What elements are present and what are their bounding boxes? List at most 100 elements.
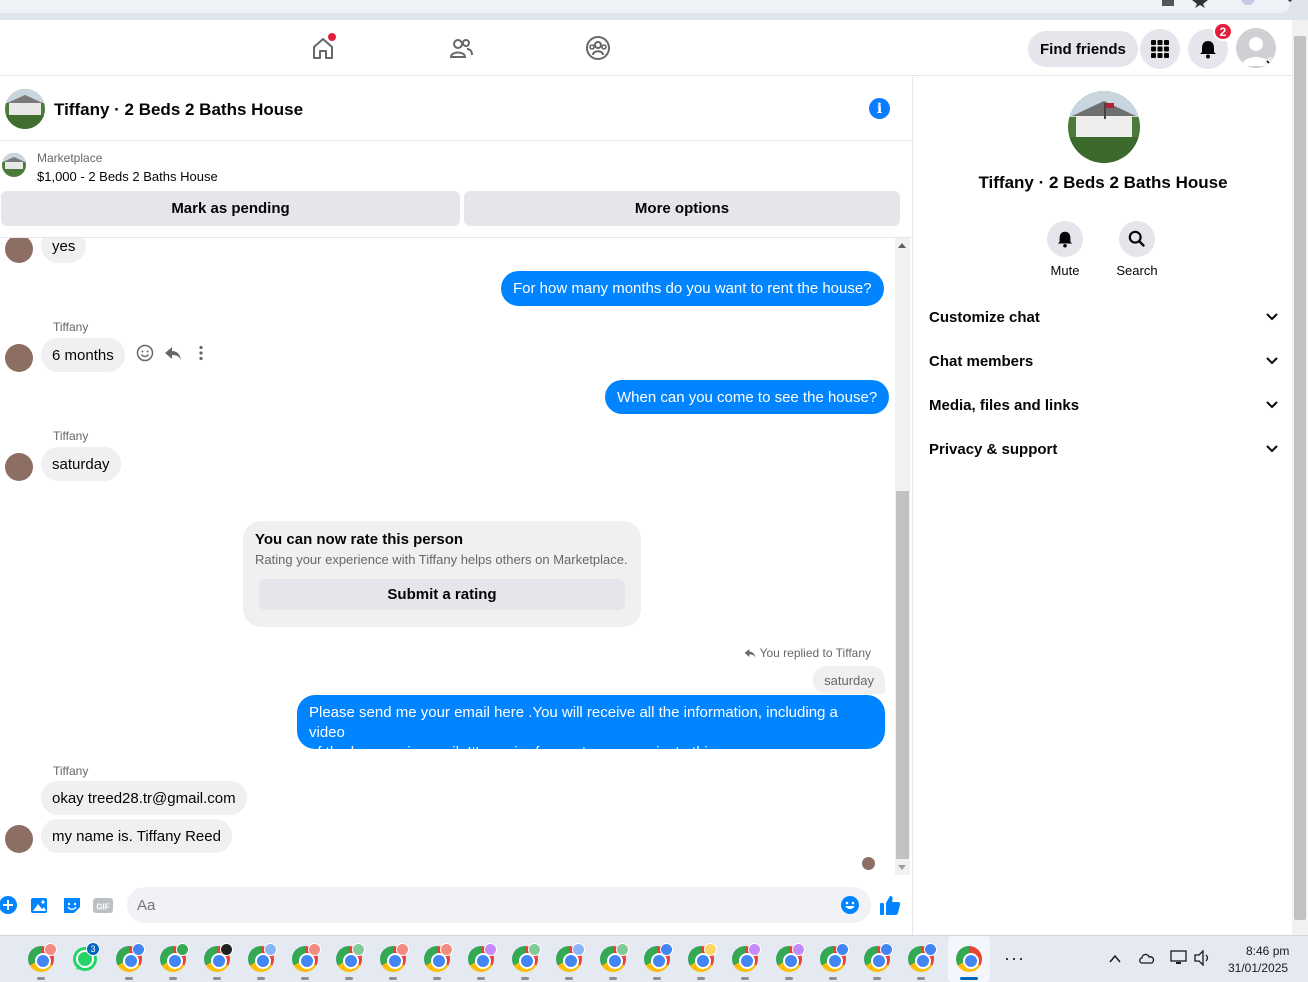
section-chat-members[interactable]: Chat members <box>929 341 1279 381</box>
chrome-profile-taskbar-button[interactable] <box>202 943 233 980</box>
message-incoming[interactable]: okay treed28.tr@gmail.com <box>41 781 247 815</box>
message-incoming[interactable]: saturday <box>41 447 121 481</box>
chrome-profile-taskbar-button[interactable] <box>422 943 453 980</box>
sticker-icon[interactable] <box>62 895 82 915</box>
mark-as-pending-button[interactable]: Mark as pending <box>1 191 460 226</box>
thumbs-up-icon[interactable] <box>879 894 901 916</box>
chat-title: Tiffany · 2 Beds 2 Baths House <box>54 100 304 119</box>
cloud-icon[interactable] <box>1138 951 1156 965</box>
section-media-files-links[interactable]: Media, files and links <box>929 385 1279 425</box>
running-indicator <box>609 977 617 980</box>
scrollbar-thumb[interactable] <box>896 491 909 859</box>
page-scrollbar-thumb[interactable] <box>1294 36 1306 920</box>
cast-icon[interactable] <box>1160 0 1176 8</box>
section-privacy-support[interactable]: Privacy & support <box>929 429 1279 469</box>
running-indicator <box>917 977 925 980</box>
tiffany-avatar[interactable] <box>5 825 33 853</box>
tiffany-avatar[interactable] <box>5 238 33 263</box>
whatsapp-taskbar-button[interactable]: 3 <box>70 942 100 974</box>
gif-icon[interactable]: GIF <box>93 895 113 915</box>
menu-button[interactable] <box>1140 29 1180 69</box>
chrome-profile-taskbar-button[interactable] <box>334 943 365 980</box>
scroll-down-arrow-icon[interactable] <box>898 865 906 870</box>
message-outgoing[interactable]: Please send me your email here .You will… <box>297 695 885 761</box>
chrome-profile-taskbar-button[interactable] <box>26 943 57 980</box>
groups-nav-button[interactable] <box>583 33 613 63</box>
chrome-profile-taskbar-button[interactable] <box>246 943 277 980</box>
address-bar[interactable] <box>0 0 1290 13</box>
chrome-profile-taskbar-button[interactable] <box>466 943 497 980</box>
message-incoming[interactable]: yes <box>41 238 87 263</box>
chrome-profile-taskbar-button[interactable] <box>642 943 673 980</box>
volume-icon[interactable] <box>1194 950 1212 966</box>
marketplace-bar: Marketplace $1,000 - 2 Beds 2 Baths Hous… <box>0 141 912 238</box>
message-outgoing[interactable]: For how many months do you want to rent … <box>501 271 884 306</box>
bell-icon <box>1200 41 1216 59</box>
info-icon[interactable]: i <box>869 98 890 119</box>
message-scrollbar[interactable] <box>895 238 910 875</box>
message-input[interactable] <box>127 887 871 923</box>
more-vertical-icon[interactable] <box>192 344 210 362</box>
chevron-up-icon[interactable] <box>1108 952 1122 966</box>
running-indicator <box>213 977 221 980</box>
profile-badge-icon <box>616 943 629 956</box>
account-avatar[interactable] <box>1236 28 1276 68</box>
message-incoming[interactable]: my name is. Tiffany Reed <box>41 819 232 853</box>
menu-icon[interactable] <box>1282 0 1298 8</box>
section-label: Privacy & support <box>929 440 1058 458</box>
find-friends-button[interactable]: Find friends <box>1028 31 1138 67</box>
plus-icon[interactable] <box>0 895 18 915</box>
chrome-profile-taskbar-button[interactable] <box>906 943 937 980</box>
search-label: Search <box>1116 263 1158 278</box>
chrome-profile-taskbar-button[interactable] <box>818 943 849 980</box>
chrome-profile-taskbar-button[interactable] <box>862 943 893 980</box>
emoji-icon[interactable] <box>840 895 860 915</box>
home-nav-button[interactable] <box>308 33 338 63</box>
scroll-up-arrow-icon[interactable] <box>898 243 906 248</box>
react-emoji-icon[interactable] <box>136 344 154 362</box>
running-indicator <box>741 977 749 980</box>
active-chrome-window[interactable] <box>948 936 990 982</box>
page-scrollbar[interactable] <box>1292 20 1308 935</box>
chrome-profile-taskbar-button[interactable] <box>114 943 145 980</box>
search-button[interactable]: Search <box>1107 221 1167 278</box>
friends-nav-button[interactable] <box>446 33 476 63</box>
chrome-profile-taskbar-button[interactable] <box>686 943 717 980</box>
chrome-profile-taskbar-button[interactable] <box>290 943 321 980</box>
rating-title: You can now rate this person <box>255 531 464 548</box>
groups-icon <box>586 36 610 60</box>
chrome-profile-taskbar-button[interactable] <box>554 943 585 980</box>
chrome-profile-taskbar-button[interactable] <box>378 943 409 980</box>
message-outgoing[interactable]: When can you come to see the house? <box>605 380 890 414</box>
more-apps-icon[interactable]: ··· <box>1004 948 1025 969</box>
clock-date[interactable]: 31/01/2025 <box>1228 961 1288 975</box>
mute-button[interactable]: Mute <box>1035 221 1095 278</box>
star-icon[interactable] <box>1192 0 1208 8</box>
message-list[interactable]: yes For how many months do you want to r… <box>0 238 895 875</box>
mute-label: Mute <box>1050 263 1080 278</box>
network-icon[interactable] <box>1170 950 1188 966</box>
chevron-down-icon <box>1266 357 1278 365</box>
tiffany-avatar[interactable] <box>5 344 33 372</box>
profile-icon[interactable] <box>1240 0 1256 8</box>
chat-avatar-house[interactable] <box>5 89 45 129</box>
submit-rating-button[interactable]: Submit a rating <box>259 579 625 610</box>
chrome-profile-taskbar-button[interactable] <box>774 943 805 980</box>
house-thumbnail-icon <box>2 153 26 177</box>
tiffany-avatar[interactable] <box>5 453 33 481</box>
listing-title[interactable]: $1,000 - 2 Beds 2 Baths House <box>37 169 218 184</box>
more-options-button[interactable]: More options <box>464 191 900 226</box>
listing-thumbnail[interactable] <box>2 153 26 177</box>
conversation-avatar[interactable] <box>1068 91 1140 163</box>
chrome-profile-taskbar-button[interactable] <box>510 943 541 980</box>
photo-icon[interactable] <box>30 895 50 915</box>
chrome-profile-taskbar-button[interactable] <box>730 943 761 980</box>
chrome-profile-taskbar-button[interactable] <box>158 943 189 980</box>
message-incoming[interactable]: 6 months <box>41 338 125 372</box>
clock-time[interactable]: 8:46 pm <box>1246 944 1289 958</box>
chrome-profile-taskbar-button[interactable] <box>598 943 629 980</box>
reply-icon[interactable] <box>164 344 182 362</box>
section-customize-chat[interactable]: Customize chat <box>929 297 1279 337</box>
profile-badge-icon <box>352 943 365 956</box>
quoted-message[interactable]: saturday <box>813 666 885 694</box>
